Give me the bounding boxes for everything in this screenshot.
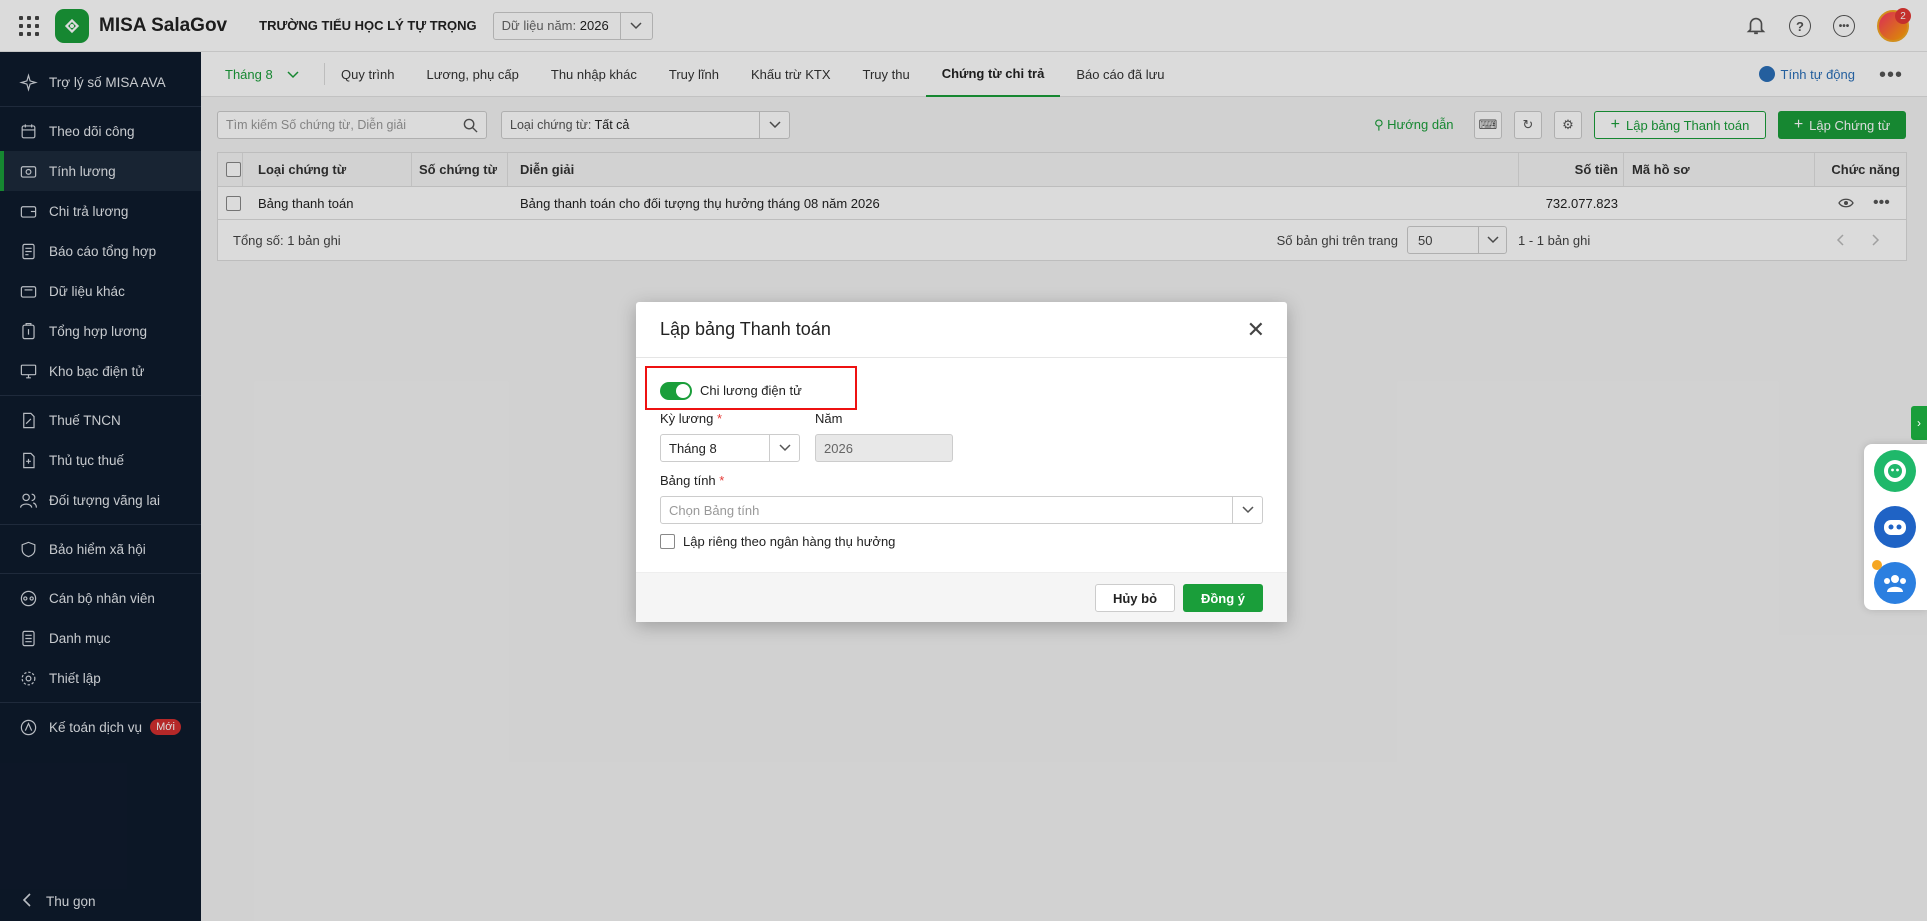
sheet-select[interactable]: Chọn Bảng tính [660, 496, 1263, 524]
ok-button[interactable]: Đồng ý [1183, 584, 1263, 612]
sheet-placeholder: Chọn Bảng tính [669, 502, 760, 518]
dialog-title: Lập bảng Thanh toán [636, 302, 1287, 358]
separate-bank-option[interactable]: Lập riêng theo ngân hàng thụ hưởng [660, 534, 895, 549]
period-value: Tháng 8 [669, 440, 717, 456]
close-icon[interactable]: ✕ [1247, 319, 1265, 341]
year-input: 2026 [815, 434, 953, 462]
status-dot [1872, 560, 1882, 570]
floating-support-panel [1864, 444, 1927, 610]
e-payroll-label: Chi lương điện tử [700, 383, 802, 398]
create-payment-dialog: Lập bảng Thanh toán ✕ Chi lương điện tử … [636, 302, 1287, 622]
dialog-footer: Hủy bỏ Đồng ý [636, 572, 1287, 622]
separate-bank-checkbox[interactable] [660, 534, 675, 549]
assistant-robot-icon[interactable] [1874, 506, 1916, 548]
separate-bank-label: Lập riêng theo ngân hàng thụ hưởng [683, 534, 896, 549]
period-select[interactable]: Tháng 8 [660, 434, 800, 462]
year-field-label: Năm [815, 411, 843, 426]
e-payroll-toggle[interactable] [660, 382, 692, 400]
expand-panel-tab[interactable]: › [1911, 406, 1927, 440]
chevron-down-icon [1232, 497, 1262, 523]
chevron-down-icon [769, 435, 799, 461]
chatbot-icon[interactable] [1874, 450, 1916, 492]
sheet-label: Bảng tính * [660, 473, 725, 488]
cancel-button[interactable]: Hủy bỏ [1095, 584, 1175, 612]
period-label: Kỳ lương * [660, 411, 723, 426]
